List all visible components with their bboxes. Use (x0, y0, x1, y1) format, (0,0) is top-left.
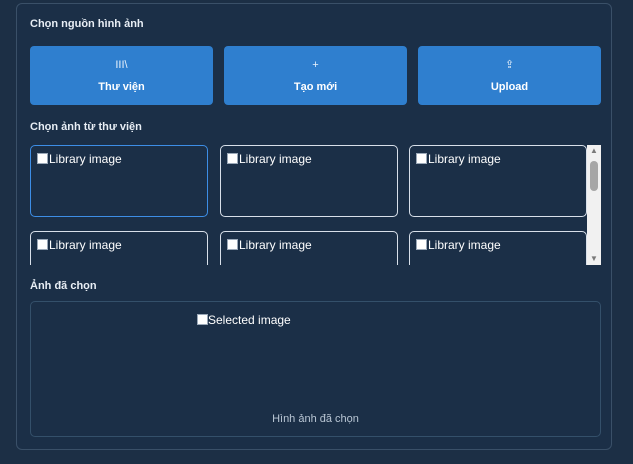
broken-image-icon (227, 239, 238, 250)
library-thumb[interactable]: Library image (30, 145, 208, 217)
selected-image-alt: Selected image (208, 313, 291, 327)
library-thumb[interactable]: Library image (220, 231, 398, 265)
selected-image-preview: Selected image Hình ảnh đã chọn (30, 301, 601, 437)
library-grid: Library image Library image Library imag… (30, 145, 602, 265)
broken-image-icon (416, 239, 427, 250)
broken-image-icon (37, 239, 48, 250)
library-thumb-alt: Library image (49, 238, 122, 252)
scroll-down-icon[interactable]: ▼ (587, 253, 601, 265)
broken-image-icon (37, 153, 48, 164)
broken-image-icon (416, 153, 427, 164)
library-thumb-alt: Library image (239, 152, 312, 166)
broken-image-icon (197, 314, 208, 325)
broken-image-icon (227, 153, 238, 164)
library-button-label: Thư viện (98, 81, 145, 93)
image-source-panel: Chọn nguồn hình ảnh III\ Thư viện + Tạo … (16, 3, 612, 450)
plus-icon: + (312, 59, 319, 71)
selected-section-title: Ảnh đã chọn (30, 280, 97, 292)
library-thumb-alt: Library image (428, 152, 501, 166)
selected-image: Selected image (197, 313, 291, 327)
library-thumb-alt: Library image (239, 238, 312, 252)
library-thumb[interactable]: Library image (30, 231, 208, 265)
library-section-title: Chọn ảnh từ thư viện (30, 121, 142, 133)
create-new-button[interactable]: + Tạo mới (224, 46, 407, 105)
source-section-title: Chọn nguồn hình ảnh (30, 18, 144, 30)
scroll-up-icon[interactable]: ▲ (587, 145, 601, 157)
library-thumb-alt: Library image (428, 238, 501, 252)
library-button[interactable]: III\ Thư viện (30, 46, 213, 105)
library-scrollbar[interactable]: ▲ ▼ (587, 145, 601, 265)
create-new-button-label: Tạo mới (293, 81, 338, 93)
selected-image-caption: Hình ảnh đã chọn (272, 413, 359, 425)
library-thumb[interactable]: Library image (409, 145, 587, 217)
upload-icon: ⇪ (504, 59, 515, 71)
scrollbar-thumb[interactable] (590, 161, 598, 191)
library-thumb[interactable]: Library image (220, 145, 398, 217)
upload-button-label: Upload (490, 81, 529, 93)
library-icon: III\ (115, 59, 128, 71)
library-thumb-alt: Library image (49, 152, 122, 166)
upload-button[interactable]: ⇪ Upload (418, 46, 601, 105)
library-thumb[interactable]: Library image (409, 231, 587, 265)
